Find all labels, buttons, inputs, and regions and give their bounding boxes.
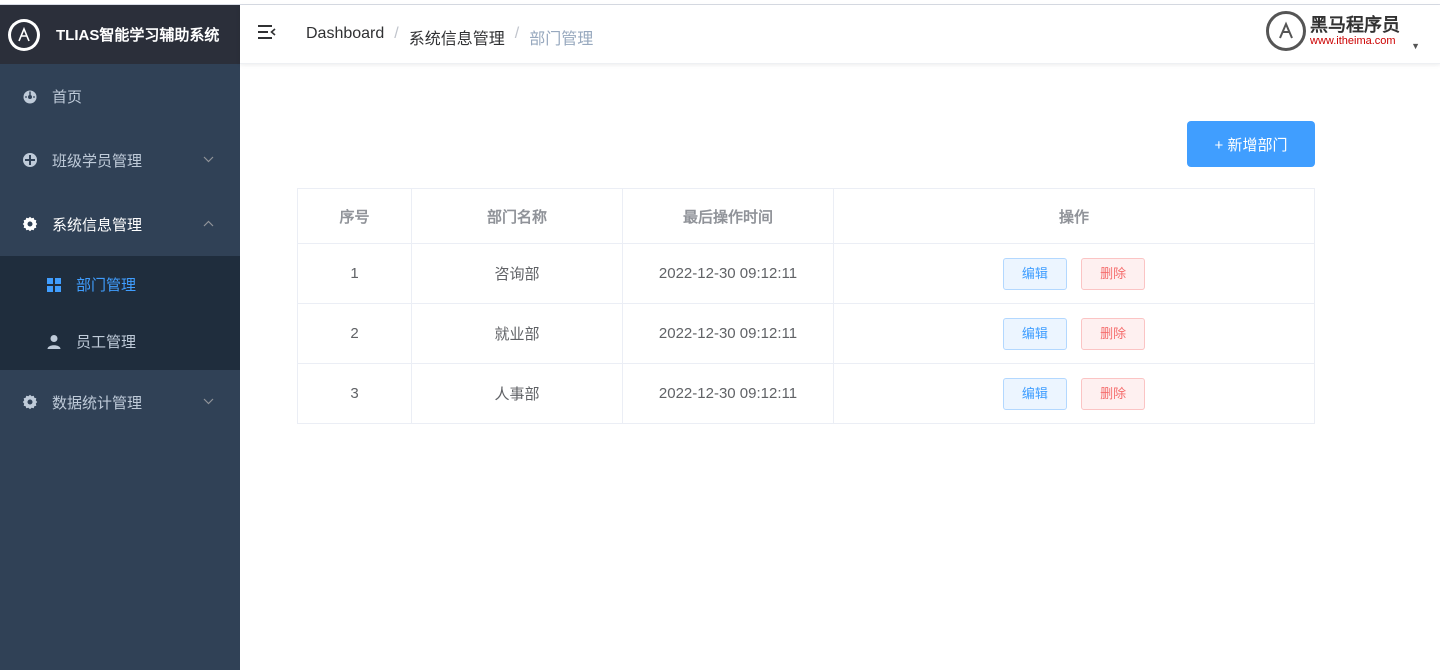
gear-icon bbox=[20, 216, 40, 232]
cell-actions: 编辑 删除 bbox=[833, 303, 1315, 364]
delete-button[interactable]: 删除 bbox=[1081, 377, 1146, 410]
table-row: 2 就业部 2022-12-30 09:12:11 编辑 删除 bbox=[297, 303, 1315, 364]
sidebar-item-label: 数据统计管理 bbox=[52, 394, 143, 412]
table-row: 1 咨询部 2022-12-30 09:12:11 编辑 删除 bbox=[297, 243, 1315, 304]
sidebar-item-employee[interactable]: 员工管理 bbox=[0, 313, 240, 370]
breadcrumb-separator: / bbox=[394, 25, 399, 42]
sidebar-item-label: 首页 bbox=[52, 88, 83, 106]
brand-title: TLIAS智能学习辅助系统 bbox=[56, 27, 220, 44]
cell-time: 2022-12-30 09:12:11 bbox=[622, 303, 834, 364]
sidebar-item-class-students[interactable]: 班级学员管理 bbox=[0, 128, 240, 192]
column-header-name: 部门名称 bbox=[411, 188, 623, 244]
sidebar-item-label: 系统信息管理 bbox=[52, 216, 143, 234]
add-department-button[interactable]: + 新增部门 bbox=[1187, 121, 1315, 167]
logo-url: www.itheima.com bbox=[1310, 35, 1396, 47]
cell-time: 2022-12-30 09:12:11 bbox=[622, 243, 834, 304]
chevron-up-icon bbox=[203, 218, 214, 230]
cell-index: 3 bbox=[297, 363, 412, 424]
delete-button[interactable]: 删除 bbox=[1081, 317, 1146, 350]
caret-down-icon[interactable]: ▼ bbox=[1411, 41, 1420, 51]
user-icon bbox=[44, 334, 64, 350]
edit-button[interactable]: 编辑 bbox=[1002, 377, 1067, 410]
cell-name: 咨询部 bbox=[411, 243, 623, 304]
department-table: 序号 部门名称 最后操作时间 操作 1 咨询部 2022-12-30 09:12… bbox=[297, 188, 1315, 424]
cell-actions: 编辑 删除 bbox=[833, 243, 1315, 304]
brand-logo-icon bbox=[8, 18, 40, 51]
breadcrumb-current: 部门管理 bbox=[529, 31, 594, 48]
grid-icon bbox=[44, 277, 64, 293]
cell-actions: 编辑 删除 bbox=[833, 363, 1315, 424]
sidebar-item-label: 员工管理 bbox=[76, 334, 137, 351]
sidebar-item-home[interactable]: 首页 bbox=[0, 64, 240, 128]
breadcrumb-parent[interactable]: 系统信息管理 bbox=[409, 25, 505, 49]
cell-name: 人事部 bbox=[411, 363, 623, 424]
breadcrumb-separator: / bbox=[514, 25, 520, 42]
submenu-system-info: 部门管理 员工管理 bbox=[0, 256, 240, 370]
column-header-actions: 操作 bbox=[833, 188, 1315, 244]
dashboard-icon bbox=[20, 88, 40, 104]
user-avatar-dropdown[interactable]: 黑马程序员 www.itheima.com bbox=[1266, 11, 1400, 51]
delete-button[interactable]: 删除 bbox=[1081, 257, 1146, 290]
edit-button[interactable]: 编辑 bbox=[1002, 317, 1067, 350]
cell-index: 2 bbox=[297, 303, 412, 364]
logo-title: 黑马程序员 bbox=[1310, 15, 1400, 35]
gear-icon bbox=[20, 394, 40, 410]
app-root: TLIAS智能学习辅助系统 首页 班级学员管理 系统信息管理 部门管理 员工管理… bbox=[0, 0, 1440, 670]
top-navbar: Dashboard / 系统信息管理 / 部门管理 黑马程序员 www.ithe… bbox=[240, 5, 1440, 64]
breadcrumb: Dashboard / 系统信息管理 / 部门管理 bbox=[306, 25, 593, 49]
column-header-time: 最后操作时间 bbox=[622, 188, 834, 244]
sidebar-item-system-info[interactable]: 系统信息管理 bbox=[0, 192, 240, 256]
sidebar-item-department[interactable]: 部门管理 bbox=[0, 256, 240, 313]
itheima-logo-icon bbox=[1266, 11, 1306, 51]
sidebar: TLIAS智能学习辅助系统 首页 班级学员管理 系统信息管理 部门管理 员工管理… bbox=[0, 5, 240, 670]
brand[interactable]: TLIAS智能学习辅助系统 bbox=[0, 5, 240, 64]
sidebar-item-label: 部门管理 bbox=[76, 277, 137, 294]
chevron-down-icon bbox=[203, 154, 214, 166]
cell-name: 就业部 bbox=[411, 303, 623, 364]
cell-time: 2022-12-30 09:12:11 bbox=[622, 363, 834, 424]
sidebar-item-statistics[interactable]: 数据统计管理 bbox=[0, 370, 240, 434]
cell-index: 1 bbox=[297, 243, 412, 304]
edit-button[interactable]: 编辑 bbox=[1002, 257, 1067, 290]
component-icon bbox=[20, 152, 40, 168]
column-header-index: 序号 bbox=[297, 188, 412, 244]
chevron-down-icon bbox=[203, 396, 214, 408]
breadcrumb-home[interactable]: Dashboard bbox=[306, 25, 384, 49]
sidebar-item-label: 班级学员管理 bbox=[52, 152, 143, 170]
hamburger-icon[interactable] bbox=[258, 24, 276, 42]
table-header-row: 序号 部门名称 最后操作时间 操作 bbox=[297, 188, 1315, 244]
table-row: 3 人事部 2022-12-30 09:12:11 编辑 删除 bbox=[297, 363, 1315, 424]
